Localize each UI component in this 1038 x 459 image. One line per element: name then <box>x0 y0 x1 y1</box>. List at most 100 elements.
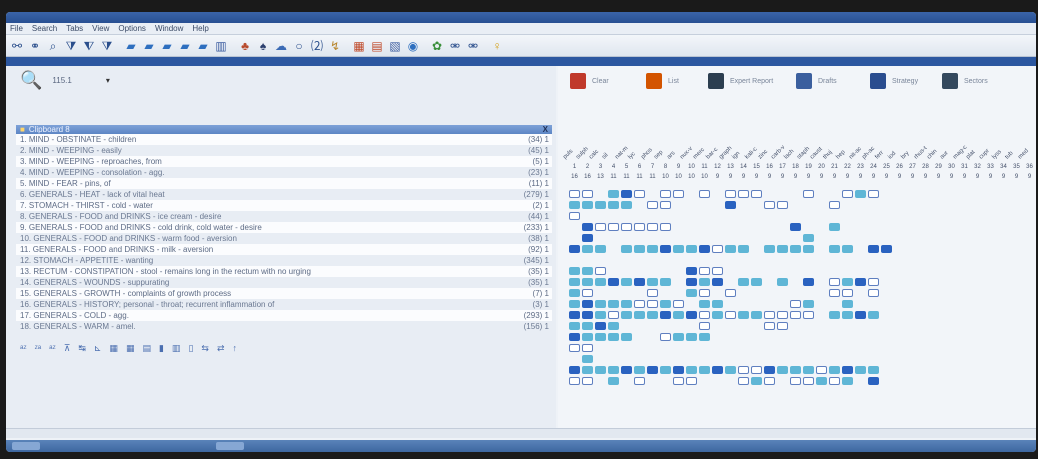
grid-cell[interactable] <box>750 287 763 298</box>
grid-cell[interactable] <box>893 254 906 265</box>
grid-cell[interactable] <box>867 188 880 199</box>
grid-cell[interactable] <box>659 199 672 210</box>
grid-cell[interactable] <box>1023 364 1036 375</box>
grid-cell[interactable] <box>698 287 711 298</box>
grid-cell[interactable] <box>737 243 750 254</box>
grid-cell[interactable] <box>1010 188 1023 199</box>
grid-cell[interactable] <box>815 375 828 386</box>
grid-cell[interactable] <box>906 320 919 331</box>
grid-cell[interactable] <box>945 221 958 232</box>
grid-cell[interactable] <box>815 298 828 309</box>
grid-cell[interactable] <box>841 353 854 364</box>
grid-cell[interactable] <box>633 232 646 243</box>
grid-cell[interactable] <box>1023 265 1036 276</box>
compare-icon[interactable]: ⇆ <box>201 343 209 354</box>
grid-cell[interactable] <box>815 287 828 298</box>
grid-cell[interactable] <box>633 199 646 210</box>
doc3-icon[interactable]: ▧ <box>388 39 402 53</box>
grid-cell[interactable] <box>828 243 841 254</box>
grid-cell[interactable] <box>633 243 646 254</box>
grid-cell[interactable] <box>659 232 672 243</box>
grid-cell[interactable] <box>789 353 802 364</box>
grid-cell[interactable] <box>750 320 763 331</box>
grid-cell[interactable] <box>672 188 685 199</box>
grid-cell[interactable] <box>646 265 659 276</box>
grid-cell[interactable] <box>672 353 685 364</box>
remedy-abbreviation[interactable]: bry <box>900 147 915 162</box>
grid-cell[interactable] <box>698 375 711 386</box>
grid-cell[interactable] <box>789 243 802 254</box>
grid-cell[interactable] <box>607 342 620 353</box>
binoculars-icon[interactable]: ⚯ <box>10 39 24 53</box>
grid-cell[interactable] <box>594 298 607 309</box>
grid-cell[interactable] <box>867 342 880 353</box>
grid-cell[interactable] <box>659 276 672 287</box>
grid-cell[interactable] <box>984 331 997 342</box>
grid-cell[interactable] <box>620 254 633 265</box>
grid-cell[interactable] <box>867 254 880 265</box>
grid-cell[interactable] <box>945 232 958 243</box>
grid-cell[interactable] <box>750 221 763 232</box>
rubric-row[interactable]: 5. MIND - FEAR - pins, of (11) 1 <box>16 178 552 189</box>
grid-cell[interactable] <box>893 276 906 287</box>
grid-cell[interactable] <box>828 298 841 309</box>
remedy-abbreviation[interactable]: caust <box>809 146 824 162</box>
grid-cell[interactable] <box>1023 232 1036 243</box>
grid-cell[interactable] <box>646 221 659 232</box>
grid-cell[interactable] <box>919 265 932 276</box>
grid-cell[interactable] <box>737 375 750 386</box>
grid-cell[interactable] <box>984 364 997 375</box>
grid-cell[interactable] <box>620 320 633 331</box>
grid-cell[interactable] <box>828 353 841 364</box>
grid-cell[interactable] <box>737 188 750 199</box>
grid-cell[interactable] <box>750 353 763 364</box>
remedy-tool-expert-report[interactable]: Expert Report <box>708 73 773 89</box>
grid-cell[interactable] <box>815 221 828 232</box>
grid-cell[interactable] <box>607 364 620 375</box>
grid-cell[interactable] <box>1023 320 1036 331</box>
rubric-row[interactable]: 6. GENERALS - HEAT - lack of vital heat (… <box>16 189 552 200</box>
grid-cell[interactable] <box>594 276 607 287</box>
grid-cell[interactable] <box>789 265 802 276</box>
grid-cell[interactable] <box>750 298 763 309</box>
grid-cell[interactable] <box>659 353 672 364</box>
book2-icon[interactable]: ▰ <box>142 39 156 53</box>
grid-cell[interactable] <box>711 243 724 254</box>
grid-cell[interactable] <box>828 210 841 221</box>
grid-cell[interactable] <box>607 287 620 298</box>
grid-cell[interactable] <box>763 320 776 331</box>
grid-cell[interactable] <box>1010 364 1023 375</box>
remedy-abbreviation[interactable]: thuj <box>822 147 837 162</box>
rubric-row[interactable]: 3. MIND - WEEPING - reproaches, from (5) … <box>16 156 552 167</box>
grid-cell[interactable] <box>1010 265 1023 276</box>
grid-cell[interactable] <box>997 342 1010 353</box>
grid-cell[interactable] <box>737 309 750 320</box>
grid-cell[interactable] <box>750 364 763 375</box>
grid-cell[interactable] <box>932 353 945 364</box>
grid-cell[interactable] <box>685 276 698 287</box>
grid-cell[interactable] <box>997 287 1010 298</box>
grid-cell[interactable] <box>945 364 958 375</box>
grid-cell[interactable] <box>698 353 711 364</box>
grid-cell[interactable] <box>906 243 919 254</box>
grid-cell[interactable] <box>672 331 685 342</box>
pin-icon[interactable]: ↑ <box>232 343 237 353</box>
grid-icon[interactable]: ▦ <box>109 343 118 354</box>
grid-cell[interactable] <box>633 254 646 265</box>
grid-cell[interactable] <box>997 188 1010 199</box>
grid-cell[interactable] <box>932 210 945 221</box>
grid-cell[interactable] <box>919 254 932 265</box>
grid-cell[interactable] <box>880 298 893 309</box>
grid-cell[interactable] <box>711 331 724 342</box>
grid-cell[interactable] <box>607 353 620 364</box>
grid-cell[interactable] <box>672 243 685 254</box>
grid-cell[interactable] <box>711 221 724 232</box>
grid-cell[interactable] <box>867 265 880 276</box>
grid-cell[interactable] <box>594 342 607 353</box>
grid-cell[interactable] <box>750 210 763 221</box>
grid-cell[interactable] <box>984 320 997 331</box>
rubric-row[interactable]: 17. GENERALS - COLD - agg. (293) 1 <box>16 310 552 321</box>
grid-cell[interactable] <box>828 287 841 298</box>
grid-cell[interactable] <box>893 342 906 353</box>
grid-cell[interactable] <box>737 331 750 342</box>
